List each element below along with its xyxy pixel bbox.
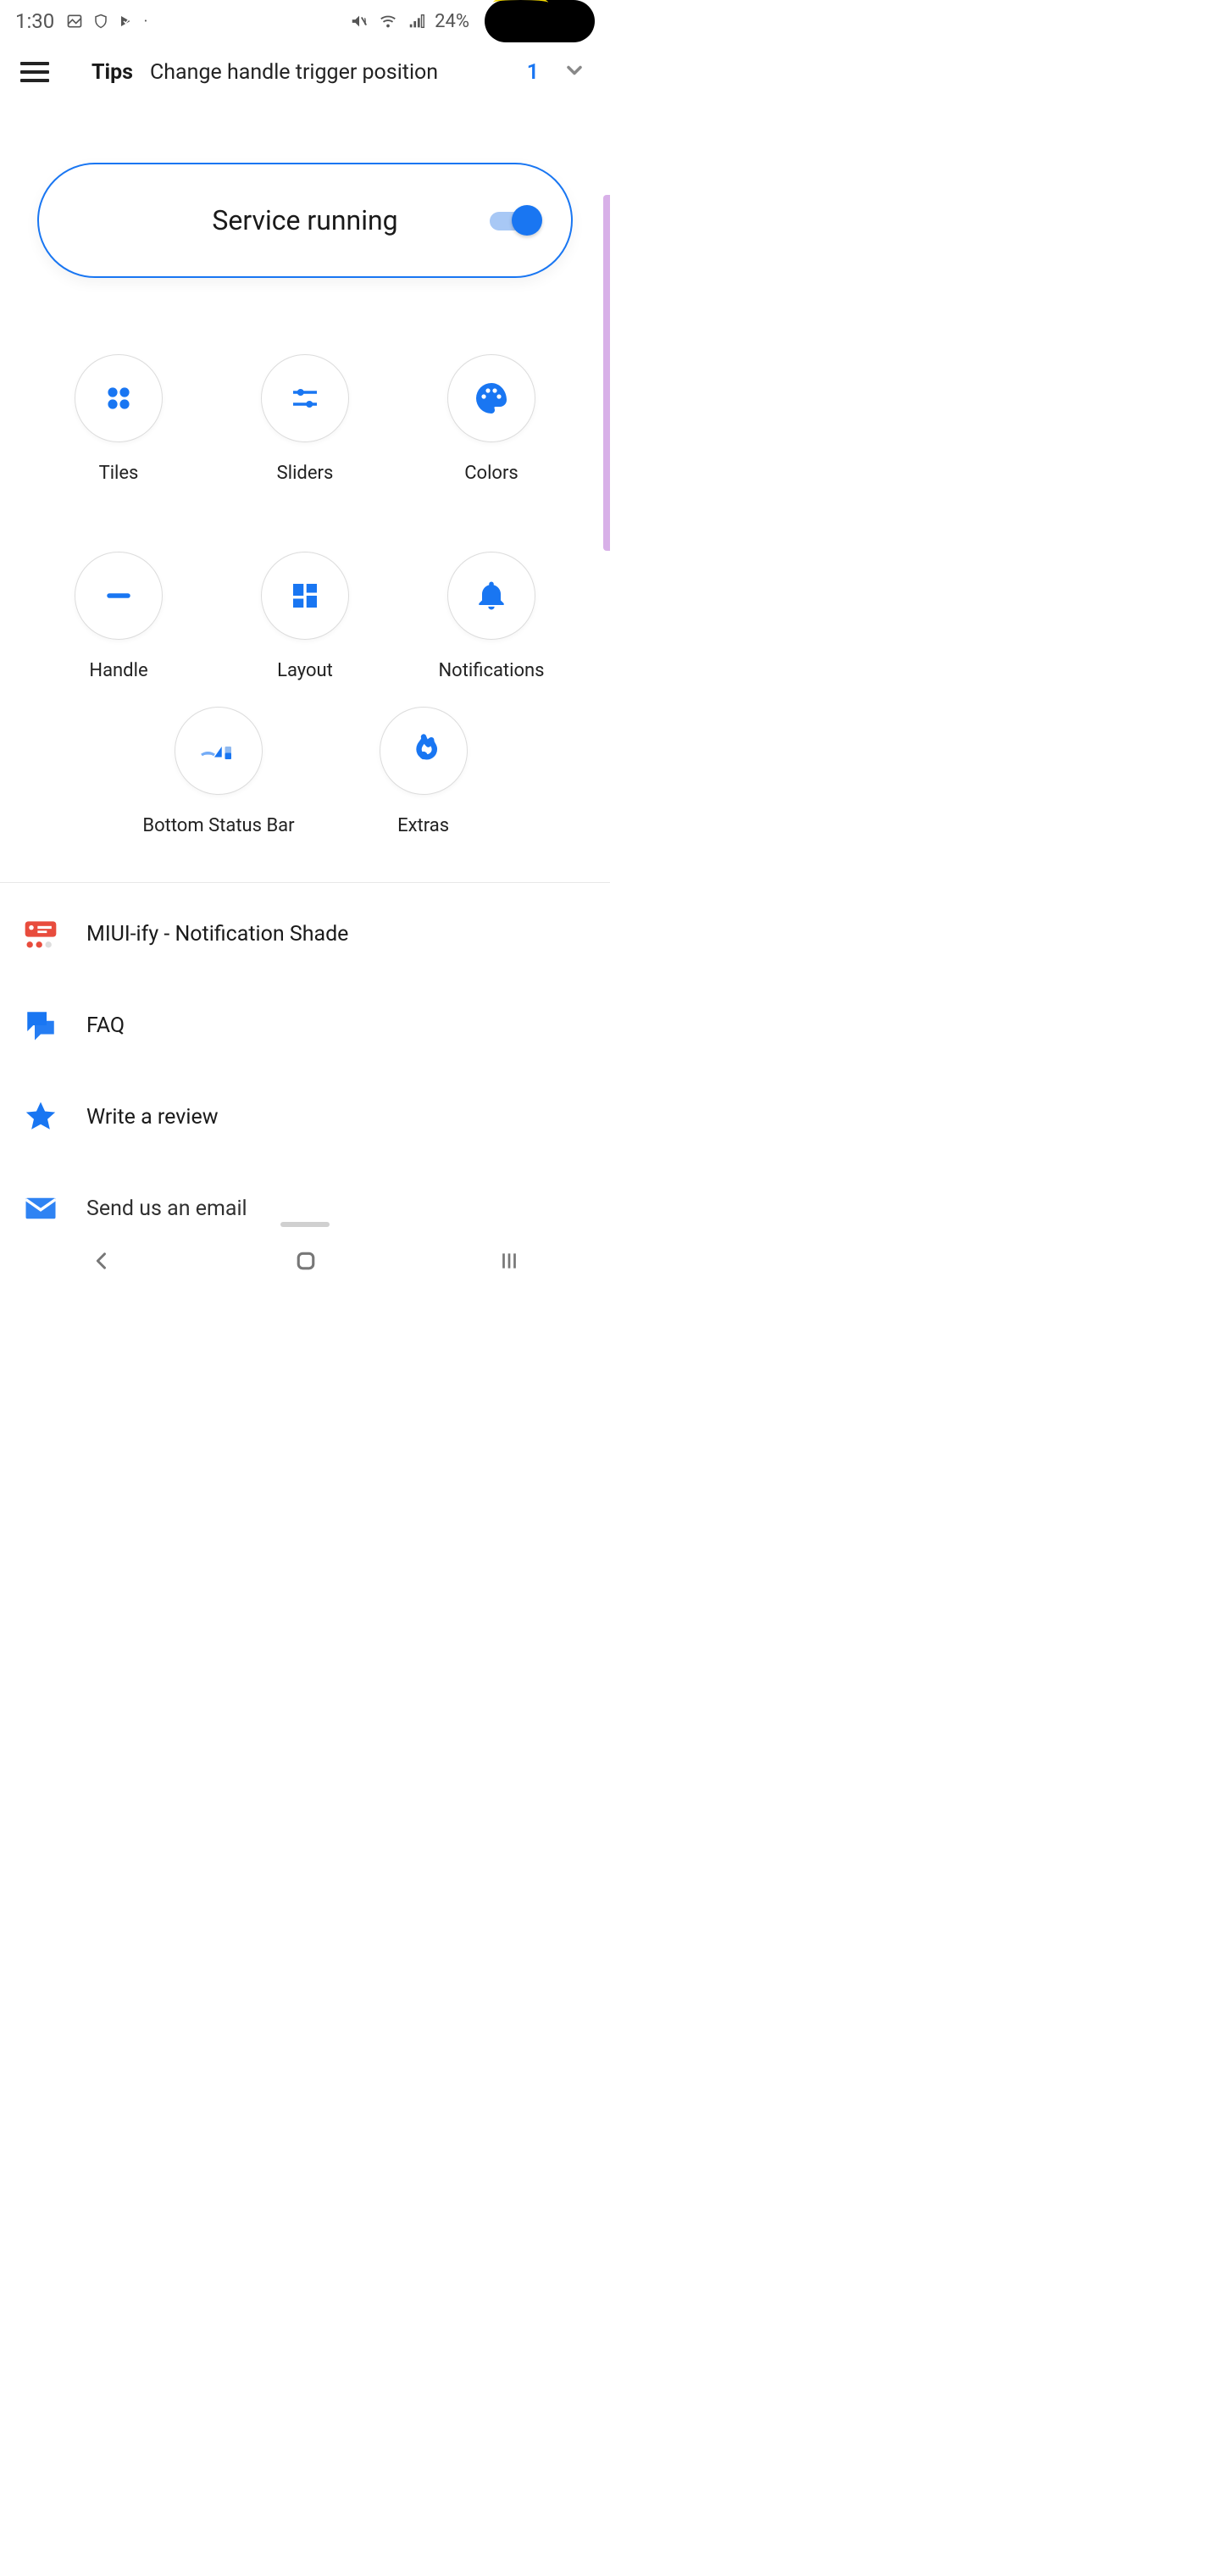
grid-label: Layout <box>212 660 398 681</box>
list-item-review[interactable]: Write a review <box>0 1071 610 1163</box>
handle-icon <box>75 552 163 640</box>
grid-label: Bottom Status Bar <box>142 815 294 836</box>
statusbar-icon <box>175 707 263 795</box>
grid-item-layout[interactable]: Layout <box>212 552 398 681</box>
grid-item-extras[interactable]: Extras <box>380 707 468 836</box>
wifi-icon <box>379 12 397 31</box>
back-button[interactable] <box>90 1249 114 1276</box>
grid-item-tiles[interactable]: Tiles <box>25 354 212 484</box>
sliders-icon <box>261 354 349 442</box>
links-list: MIUI-ify - Notification Shade FAQ Write … <box>0 883 610 1254</box>
tips-label: Tips <box>92 60 133 85</box>
palette-icon <box>447 354 535 442</box>
menu-button[interactable] <box>20 62 49 82</box>
grid-item-sliders[interactable]: Sliders <box>212 354 398 484</box>
grid-item-handle[interactable]: Handle <box>25 552 212 681</box>
gesture-handle <box>280 1222 330 1227</box>
list-item-miui[interactable]: MIUI-ify - Notification Shade <box>0 888 610 980</box>
chevron-down-icon[interactable] <box>563 58 586 86</box>
app-icon <box>22 915 59 952</box>
grid-label: Tiles <box>25 463 212 484</box>
star-icon <box>22 1098 59 1135</box>
recents-button[interactable] <box>498 1250 520 1275</box>
settings-grid-row2: Bottom Status Bar Extras <box>0 707 610 879</box>
tiles-icon <box>75 354 163 442</box>
list-label: Write a review <box>86 1105 218 1130</box>
grid-label: Extras <box>380 815 468 836</box>
grid-item-colors[interactable]: Colors <box>398 354 585 484</box>
mute-vibrate-icon <box>350 12 369 31</box>
bell-icon <box>447 552 535 640</box>
status-bar: 1:30 • 24% <box>0 0 610 42</box>
tips-text[interactable]: Change handle trigger position <box>150 60 438 85</box>
chat-icon <box>22 1007 59 1044</box>
fire-icon <box>380 707 468 795</box>
app-bar: Tips Change handle trigger position 1 <box>0 42 610 102</box>
grid-item-notifications[interactable]: Notifications <box>398 552 585 681</box>
clock: 1:30 <box>15 9 54 33</box>
battery-percent: 24% <box>435 11 469 32</box>
layout-icon <box>261 552 349 640</box>
grid-label: Handle <box>25 660 212 681</box>
service-label: Service running <box>212 204 397 236</box>
signal-icon <box>408 12 426 31</box>
list-label: MIUI-ify - Notification Shade <box>86 922 348 947</box>
grid-label: Sliders <box>212 463 398 484</box>
settings-grid: Tiles Sliders Colors Handle <box>0 303 610 732</box>
grid-label: Colors <box>398 463 585 484</box>
play-check-icon <box>119 14 134 29</box>
mail-icon <box>22 1190 59 1227</box>
image-icon <box>66 13 83 30</box>
scroll-indicator <box>603 195 610 551</box>
tips-count: 1 <box>527 60 539 85</box>
shield-icon <box>93 14 108 29</box>
service-switch[interactable] <box>490 207 542 234</box>
camera-hole <box>485 0 595 42</box>
grid-label: Notifications <box>398 660 585 681</box>
service-toggle-card[interactable]: Service running <box>37 163 573 278</box>
list-item-faq[interactable]: FAQ <box>0 980 610 1071</box>
list-label: Send us an email <box>86 1196 247 1221</box>
dot-icon: • <box>144 17 147 26</box>
system-nav-bar <box>0 1237 610 1288</box>
grid-item-bottom-status[interactable]: Bottom Status Bar <box>142 707 294 836</box>
home-button[interactable] <box>293 1248 319 1277</box>
list-label: FAQ <box>86 1013 125 1038</box>
